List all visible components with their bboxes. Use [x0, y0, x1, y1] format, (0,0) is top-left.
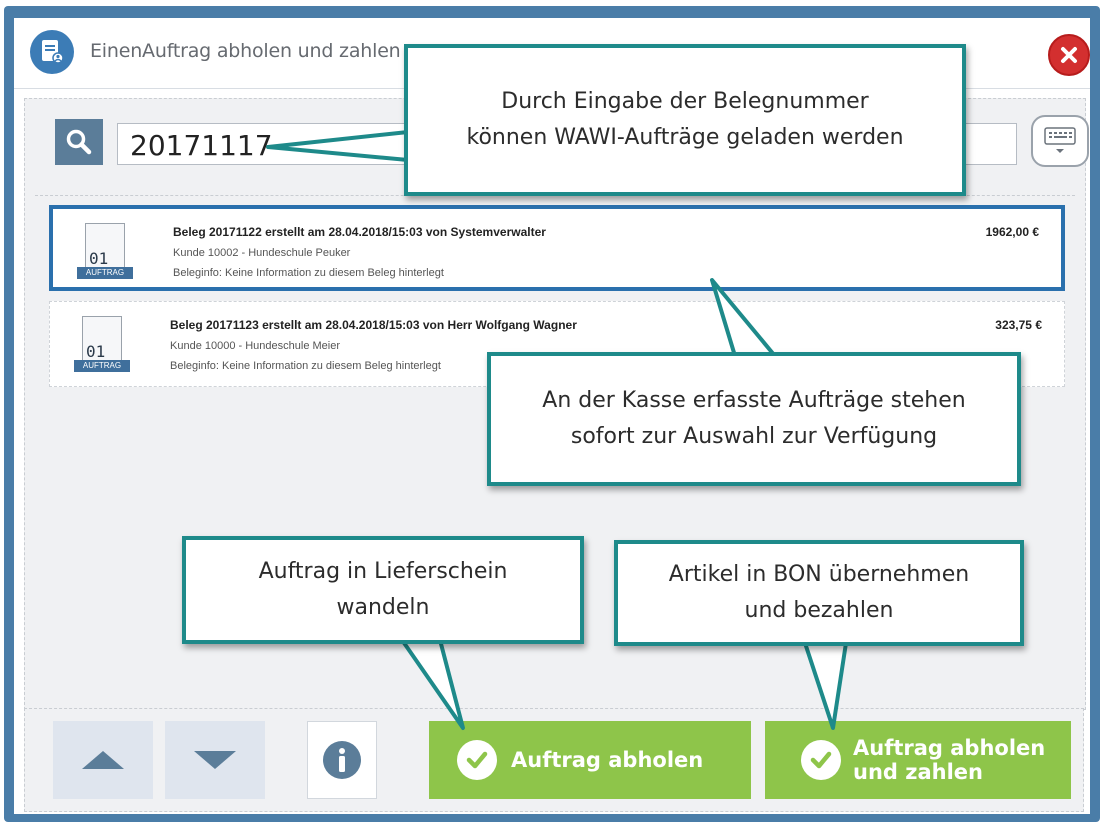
order-info: Beleginfo: Keine Information zu diesem B… — [173, 267, 444, 279]
order-price: 323,75 € — [995, 318, 1042, 332]
order-document-icon: 01 AUFTRAG — [74, 316, 130, 376]
close-button[interactable] — [1048, 34, 1090, 76]
keyboard-icon — [1044, 127, 1076, 153]
pickup-pay-label-line1: Auftrag abholen — [853, 735, 1046, 760]
info-button[interactable] — [307, 721, 377, 799]
order-price: 1962,00 € — [985, 225, 1039, 239]
pickup-and-pay-button[interactable]: Auftrag abholen und zahlen — [765, 721, 1071, 799]
order-row[interactable]: 01 AUFTRAG Beleg 20171122 erstellt am 28… — [49, 205, 1065, 291]
info-icon — [323, 741, 361, 779]
bottom-toolbar: Auftrag abholen Auftrag abholen und zahl… — [24, 708, 1084, 812]
close-icon — [1061, 47, 1077, 63]
document-user-icon — [30, 30, 74, 74]
search-hint-callout: Durch Eingabe der Belegnummer können WAW… — [404, 44, 966, 196]
search-icon — [66, 129, 92, 155]
scroll-up-button[interactable] — [53, 721, 153, 799]
scroll-down-button[interactable] — [165, 721, 265, 799]
list-hint-callout: An der Kasse erfasste Aufträge stehen so… — [487, 352, 1021, 486]
arrow-up-icon — [82, 751, 124, 769]
order-document-icon: 01 AUFTRAG — [77, 223, 133, 283]
keyboard-button[interactable] — [1031, 115, 1089, 167]
order-customer: Kunde 10002 - Hundeschule Peuker — [173, 247, 351, 259]
pickup-hint-callout: Auftrag in Lieferschein wandeln — [182, 536, 584, 644]
order-info: Beleginfo: Keine Information zu diesem B… — [170, 360, 441, 372]
arrow-down-icon — [194, 751, 236, 769]
order-customer: Kunde 10000 - Hundeschule Meier — [170, 340, 341, 352]
pickup-button[interactable]: Auftrag abholen — [429, 721, 751, 799]
pickup-button-label: Auftrag abholen — [511, 748, 704, 772]
pay-hint-callout: Artikel in BON übernehmen und bezahlen — [614, 540, 1024, 646]
check-icon — [801, 740, 841, 780]
pickup-pay-label-line2: und zahlen — [853, 760, 983, 784]
search-button[interactable] — [55, 119, 103, 165]
check-icon — [457, 740, 497, 780]
order-title: Beleg 20171122 erstellt am 28.04.2018/15… — [173, 225, 546, 239]
order-title: Beleg 20171123 erstellt am 28.04.2018/15… — [170, 318, 577, 332]
window-title: EinenAuftrag abholen und zahlen — [90, 40, 401, 62]
